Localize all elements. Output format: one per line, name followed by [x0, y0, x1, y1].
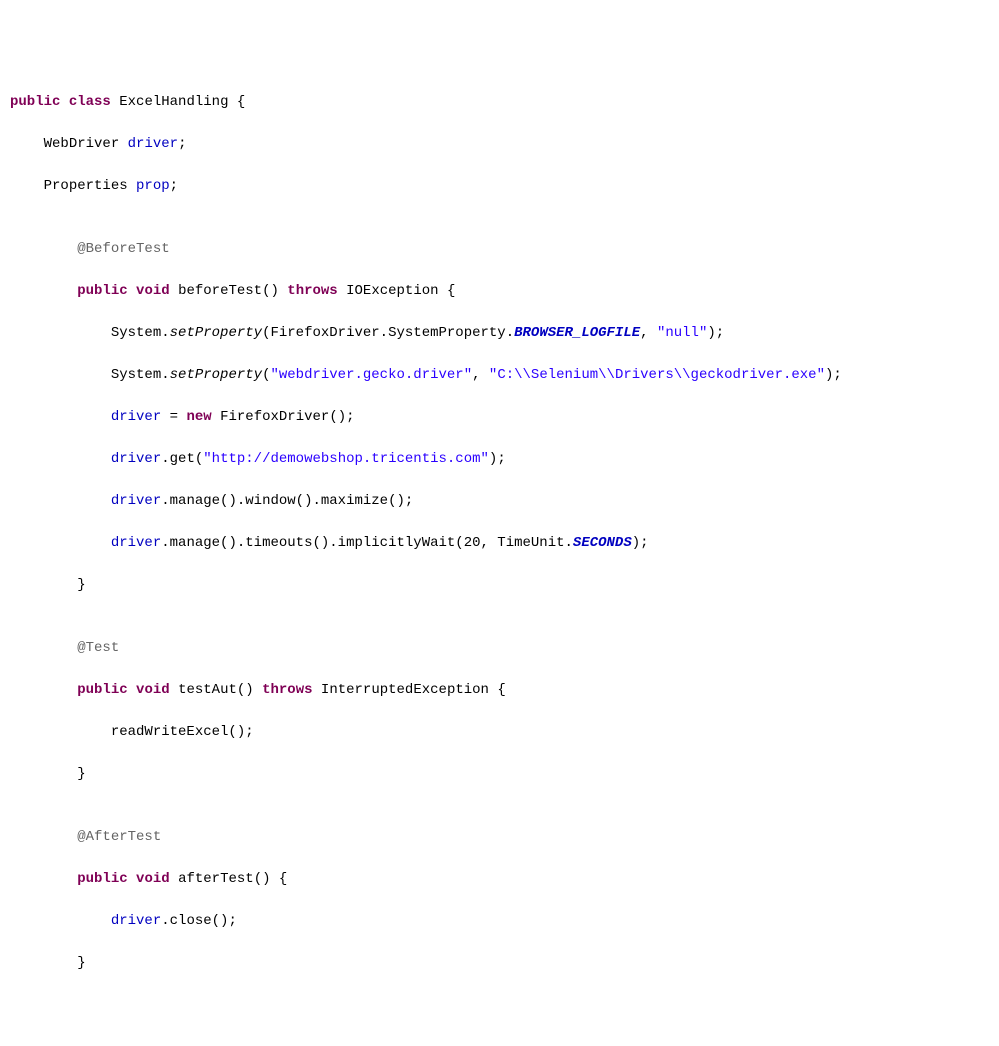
code-line: driver = new FirefoxDriver();: [10, 407, 989, 428]
code-line: driver.close();: [10, 911, 989, 932]
code-line: driver.manage().timeouts().implicitlyWai…: [10, 533, 989, 554]
code-line: @BeforeTest: [10, 239, 989, 260]
code-line: }: [10, 764, 989, 785]
code-line: }: [10, 953, 989, 974]
code-line: driver.get("http://demowebshop.tricentis…: [10, 449, 989, 470]
code-line: @AfterTest: [10, 827, 989, 848]
code-line: System.setProperty("webdriver.gecko.driv…: [10, 365, 989, 386]
code-line: public void beforeTest() throws IOExcept…: [10, 281, 989, 302]
code-line: WebDriver driver;: [10, 134, 989, 155]
code-line: public class ExcelHandling {: [10, 92, 989, 113]
code-line: Properties prop;: [10, 176, 989, 197]
code-line: readWriteExcel();: [10, 722, 989, 743]
code-line: public void afterTest() {: [10, 869, 989, 890]
code-line: }: [10, 575, 989, 596]
code-line: driver.manage().window().maximize();: [10, 491, 989, 512]
code-line: @Test: [10, 638, 989, 659]
code-line: System.setProperty(FirefoxDriver.SystemP…: [10, 323, 989, 344]
code-line: public void testAut() throws Interrupted…: [10, 680, 989, 701]
